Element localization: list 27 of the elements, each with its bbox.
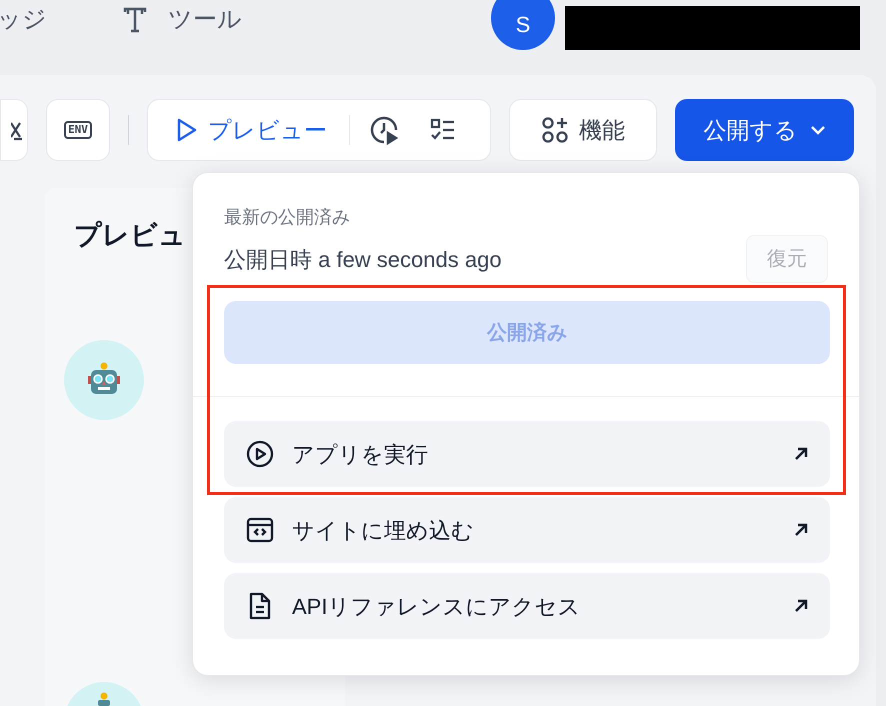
chevron-down-icon <box>810 125 826 135</box>
checklist-icon <box>430 118 456 142</box>
play-icon <box>176 117 198 143</box>
env-button[interactable]: ENV <box>46 99 110 161</box>
user-avatar[interactable]: S <box>491 0 555 50</box>
play-circle-icon <box>246 440 274 468</box>
apps-add-icon <box>541 116 569 144</box>
menu-item[interactable]: アプリを実行 <box>224 421 830 487</box>
nav-tab[interactable]: ツール <box>122 2 242 38</box>
panel-title: プレビュ <box>74 219 186 252</box>
toolbar-button[interactable] <box>0 99 28 161</box>
menu-item[interactable]: APIリファレンスにアクセス <box>224 573 830 639</box>
published-time: 公開日時 a few seconds ago <box>224 246 502 274</box>
document-icon <box>248 592 272 620</box>
features-button[interactable]: 機能 <box>509 99 657 161</box>
external-link-icon <box>794 447 808 461</box>
publish-button[interactable]: 公開する <box>675 99 854 161</box>
code-window-icon <box>246 517 274 543</box>
preview-button[interactable]: プレビュー <box>148 100 349 160</box>
menu-item[interactable]: サイトに埋め込む <box>224 497 830 563</box>
text-tool-icon <box>122 6 148 34</box>
nav-tab[interactable]: ッジ <box>0 2 47 38</box>
history-button[interactable] <box>368 114 400 146</box>
menu-heading: 最新の公開済み <box>224 206 351 229</box>
external-link-icon <box>794 599 808 613</box>
external-link-icon <box>794 523 808 537</box>
clock-play-icon <box>369 115 399 145</box>
